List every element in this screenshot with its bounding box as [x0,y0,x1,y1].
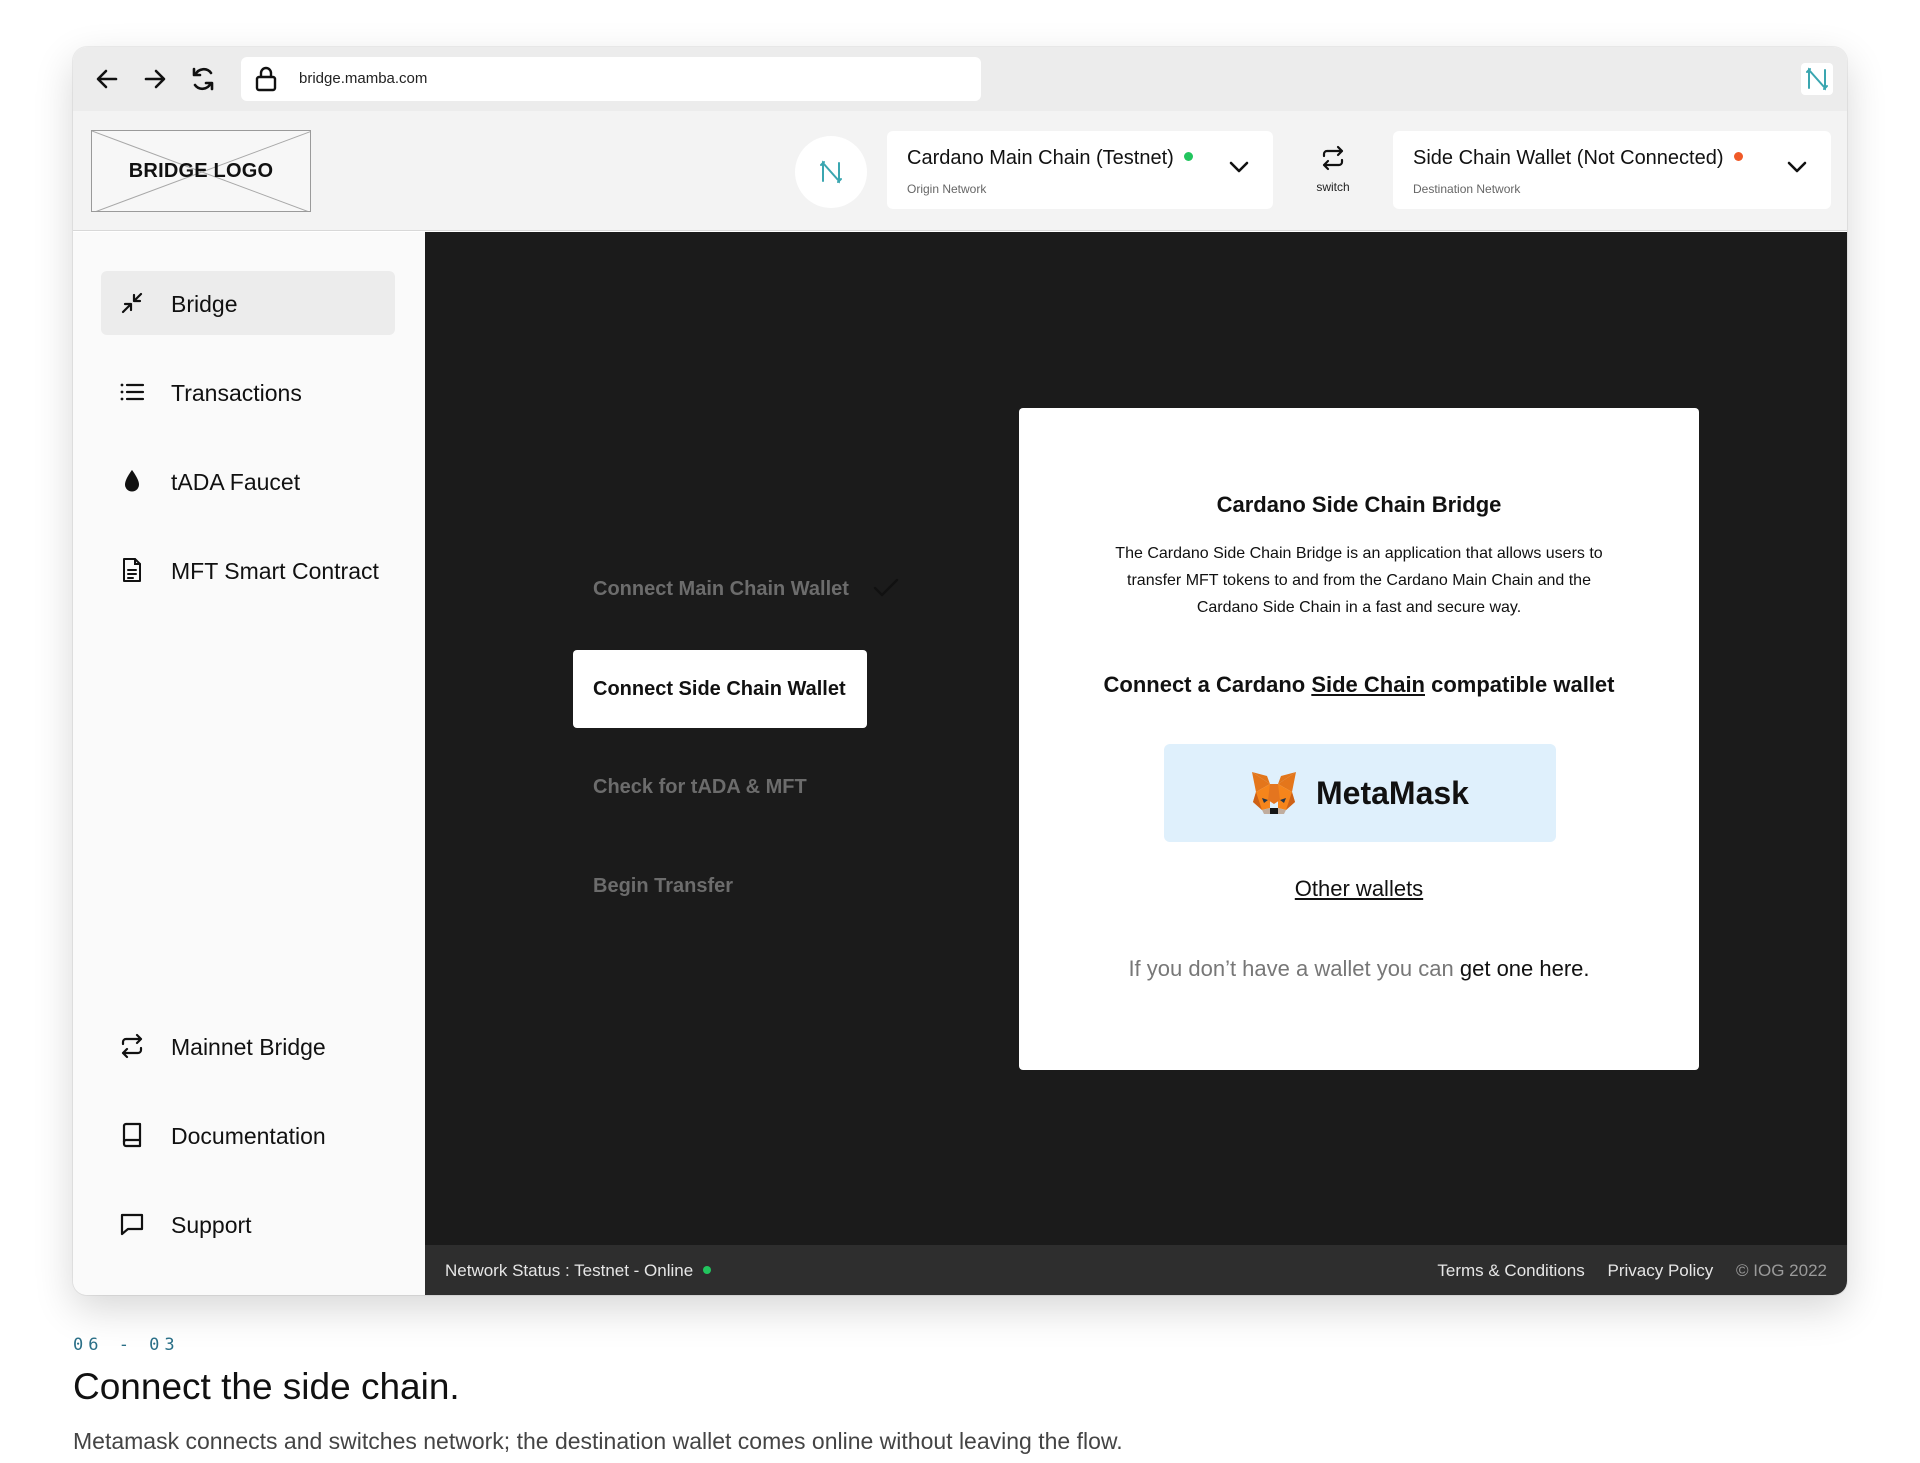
sidebar-item-label: tADA Faucet [171,469,301,495]
caption-description: Metamask connects and switches network; … [73,1428,1123,1454]
list-icon [120,383,145,401]
origin-status-dot [1183,152,1193,161]
destination-network-select[interactable]: Side Chain Wallet (Not Connected) Destin… [1393,131,1831,209]
sidebar-item-label: Mainnet Bridge [171,1034,326,1060]
get-wallet-prefix: If you don’t have a wallet you can [1128,956,1460,981]
caption-id: 06 - 03 [73,1335,180,1355]
origin-network-select[interactable]: Cardano Main Chain (Testnet) Origin Netw… [887,131,1273,209]
sidebar-item-mainnet-bridge[interactable]: Mainnet Bridge [101,1014,395,1078]
minimize-arrows-icon [121,292,143,314]
network-status-value: Testnet - Online [574,1261,694,1280]
logo-text: BRIDGE LOGO [128,160,274,182]
terms-link[interactable]: Terms & Conditions [1437,1261,1584,1280]
repeat-icon [121,1033,143,1059]
lock-icon [255,66,277,92]
sidebar-item-support[interactable]: Support [101,1192,395,1256]
sidebar-item-mft-smart-contract[interactable]: MFT Smart Contract [101,538,395,602]
network-n-logo-icon [795,136,867,208]
metamask-fox-icon [1252,772,1296,814]
connect-suffix: compatible wallet [1425,672,1615,697]
url-text: bridge.mamba.com [299,70,428,87]
forward-arrow-icon[interactable] [141,65,169,93]
extension-n-logo-icon[interactable] [1801,63,1833,95]
get-one-here-link[interactable]: get one here. [1460,956,1590,981]
card-title: Cardano Side Chain Bridge [1216,492,1502,517]
chevron-down-icon [1229,161,1249,173]
sidebar-item-label: Transactions [171,380,302,406]
sidebar-item-documentation[interactable]: Documentation [101,1103,395,1167]
network-status-label: Network Status : [445,1261,575,1280]
switch-label: switch [1316,180,1350,194]
sidebar-item-label: Support [171,1212,252,1238]
other-wallets-link[interactable]: Other wallets [1295,876,1423,901]
droplet-icon [125,470,139,492]
browser-window: bridge.mamba.com BRIDGE LOGO Cardano Mai… [73,47,1847,1295]
step-begin-transfer[interactable]: Begin Transfer [593,875,733,898]
origin-network-subtitle: Origin Network [907,182,987,196]
chevron-down-icon [1787,161,1807,173]
copyright-text: © IOG 2022 [1736,1261,1827,1280]
side-chain-link[interactable]: Side Chain [1311,672,1425,697]
network-status-dot [703,1266,712,1274]
connect-prefix: Connect a Cardano [1103,672,1312,697]
app-header: BRIDGE LOGO Cardano Main Chain (Testnet)… [73,111,1847,231]
sidebar-item-label: MFT Smart Contract [171,558,379,584]
status-bar: Network Status : Testnet - Online Terms … [425,1245,1847,1295]
chat-icon [120,1213,144,1236]
checkmark-icon [873,578,899,597]
sidebar-item-transactions[interactable]: Transactions [101,360,395,424]
privacy-link[interactable]: Privacy Policy [1607,1261,1713,1280]
get-wallet-text: If you don’t have a wallet you can get o… [1019,956,1699,982]
connect-wallet-card: Cardano Side Chain Bridge The Cardano Si… [1019,408,1699,1070]
sidebar: Bridge Transactions tADA Faucet MFT Smar… [73,232,425,1295]
main-content: Connect Main Chain Wallet Connect Side C… [425,232,1847,1245]
destination-network-title: Side Chain Wallet (Not Connected) [1413,147,1724,169]
sidebar-item-label: Documentation [171,1123,326,1149]
book-icon [122,1122,142,1148]
step-connect-side-chain-wallet[interactable]: Connect Side Chain Wallet [573,650,867,728]
back-arrow-icon[interactable] [93,65,121,93]
sidebar-item-bridge[interactable]: Bridge [101,271,395,335]
destination-status-dot [1733,152,1743,161]
switch-networks-button[interactable]: switch [1303,144,1363,208]
step-connect-main-chain-wallet[interactable]: Connect Main Chain Wallet [593,578,849,601]
document-icon [123,558,141,582]
switch-arrows-icon [1322,145,1344,171]
connect-wallet-heading: Connect a Cardano Side Chain compatible … [1019,672,1699,698]
other-wallets-link-wrap: Other wallets [1019,876,1699,902]
reload-icon[interactable] [189,65,217,93]
metamask-label: MetaMask [1316,775,1469,811]
step-check-tada-mft[interactable]: Check for tADA & MFT [593,776,807,799]
origin-network-title: Cardano Main Chain (Testnet) [907,147,1174,169]
caption-title: Connect the side chain. [73,1366,460,1407]
address-bar[interactable]: bridge.mamba.com [241,57,981,101]
bridge-logo[interactable]: BRIDGE LOGO [91,130,311,212]
card-description: The Cardano Side Chain Bridge is an appl… [1115,545,1603,616]
sidebar-item-label: Bridge [171,291,238,317]
metamask-button[interactable]: MetaMask [1164,744,1556,842]
sidebar-item-tada-faucet[interactable]: tADA Faucet [101,449,395,513]
browser-toolbar: bridge.mamba.com [73,47,1847,111]
destination-network-subtitle: Destination Network [1413,182,1521,196]
